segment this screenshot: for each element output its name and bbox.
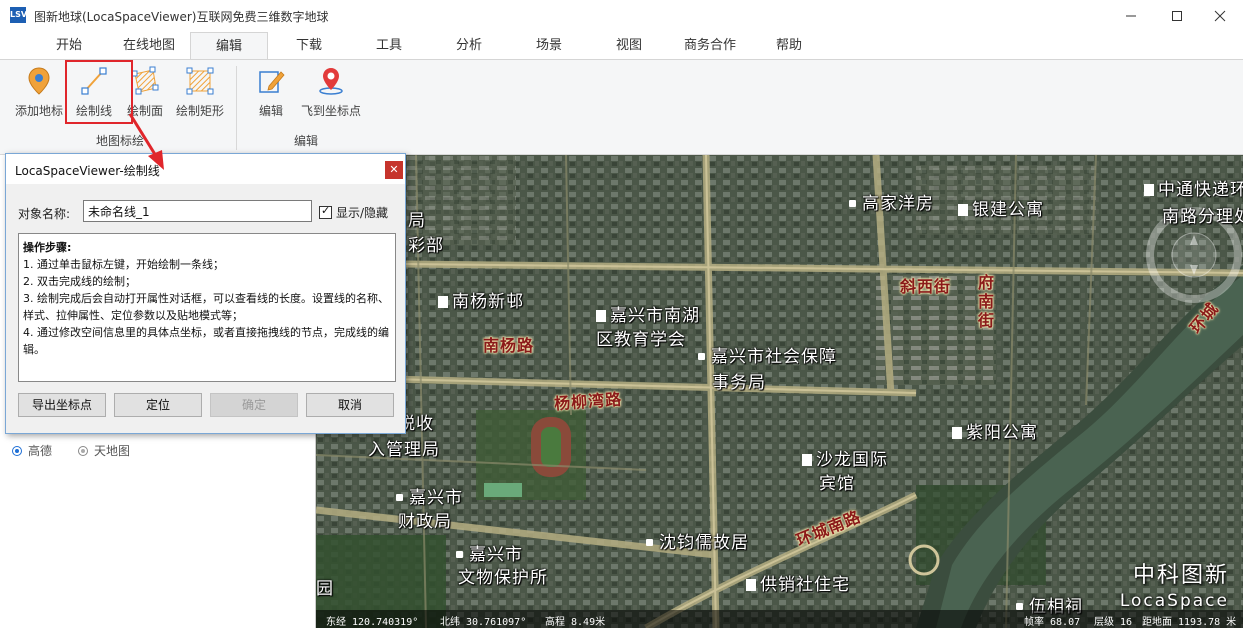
close-icon[interactable] <box>1197 0 1243 32</box>
app-logo-icon: LSV <box>10 7 27 23</box>
export-points-button[interactable]: 导出坐标点 <box>18 393 106 417</box>
tab-tools[interactable]: 工具 <box>360 32 418 60</box>
poi-label: 事务局 <box>712 373 766 393</box>
poi-label: 紫阳公寓 <box>952 422 1038 444</box>
brand-en: LocaSpace <box>1119 591 1229 611</box>
step-item: 3. 绘制完成后会自动打开属性对话框，可以查看线的长度。设置线的名称、样式、拉伸… <box>23 292 389 322</box>
step-item: 1. 通过单击鼠标左键，开始绘制一条线； <box>23 258 224 271</box>
poi-label: 沈钧儒故居 <box>646 532 749 554</box>
poi-label: 银建公寓 <box>958 199 1044 221</box>
poi-label: 彩部 <box>408 236 444 256</box>
status-latitude: 北纬 30.761097° <box>440 617 527 628</box>
tab-analysis[interactable]: 分析 <box>440 32 498 60</box>
show-hide-checkbox[interactable] <box>319 204 332 219</box>
ok-button[interactable]: 确定 <box>210 393 298 417</box>
group-label-edit: 编辑 <box>294 134 319 148</box>
object-name-label: 对象名称: <box>18 207 71 221</box>
poi-label: 区教育学会 <box>596 330 686 350</box>
status-altitude: 高程 8.49米 <box>545 617 606 628</box>
map-view[interactable]: 高家洋房 银建公寓 中通快递环城 南路分理处 南杨新邨 嘉兴市南湖 区教育学会 … <box>316 155 1243 628</box>
object-name-input[interactable] <box>83 200 312 222</box>
map-status-bar: 东经 120.740319° 北纬 30.761097° 高程 8.49米 帧率… <box>316 610 1243 628</box>
step-item: 2. 双击完成线的绘制； <box>23 275 136 288</box>
poi-label: 中通快递环城 <box>1144 179 1243 201</box>
road-label: 斜西街 <box>900 277 952 296</box>
locate-button[interactable]: 定位 <box>114 393 202 417</box>
radio-gaode[interactable] <box>12 445 22 456</box>
radio-tianditu[interactable] <box>78 445 89 456</box>
poi-label: 嘉兴市社会保障 <box>698 346 837 368</box>
edit-button[interactable]: 编辑 <box>243 64 299 120</box>
tab-edit[interactable]: 编辑 <box>190 32 268 60</box>
poi-label: 园 <box>316 579 334 599</box>
poi-label: 文物保护所 <box>458 568 548 588</box>
status-level: 层级 16 <box>1094 617 1133 628</box>
show-hide-label: 显示/隐藏 <box>336 206 389 220</box>
step-item: 4. 通过修改空间信息里的具体点坐标，或者直接拖拽线的节点，完成线的编辑。 <box>23 326 389 356</box>
fly-to-point-icon <box>317 66 345 96</box>
poi-label: 沙龙国际 <box>802 449 888 471</box>
placemark-icon <box>25 66 53 96</box>
show-hide-toggle[interactable]: 显示/隐藏 <box>319 204 388 221</box>
cancel-button[interactable]: 取消 <box>306 393 394 417</box>
road-label: 府南街 <box>978 273 996 330</box>
status-frame-rate: 帧率 68.07 <box>1024 617 1081 628</box>
fly-to-point-label: 飞到坐标点 <box>300 104 361 118</box>
poi-label: 嘉兴市 <box>456 544 523 566</box>
steps-title: 操作步骤: <box>23 241 72 254</box>
draw-rectangle-label: 绘制矩形 <box>175 104 224 118</box>
draw-polygon-icon <box>131 66 159 96</box>
draw-rectangle-button[interactable]: 绘制矩形 <box>172 64 228 120</box>
poi-label: 财政局 <box>398 512 452 532</box>
highlight-box <box>65 60 133 124</box>
tab-view[interactable]: 视图 <box>600 32 658 60</box>
instructions-box: 操作步骤: 1. 通过单击鼠标左键，开始绘制一条线； 2. 双击完成线的绘制； … <box>18 233 396 382</box>
tab-scene[interactable]: 场景 <box>520 32 578 60</box>
poi-label: 嘉兴市南湖 <box>596 305 700 327</box>
tab-start[interactable]: 开始 <box>38 32 100 60</box>
ribbon-tabs: 开始 在线地图 编辑 下载 工具 分析 场景 视图 商务合作 帮助 <box>0 32 1243 60</box>
edit-pencil-icon <box>257 66 285 96</box>
dialog-title-bar[interactable]: LocaSpaceViewer-绘制线 ✕ <box>6 154 405 184</box>
minimize-icon[interactable] <box>1108 0 1154 32</box>
app-window: LSV 图新地球(LocaSpaceViewer)互联网免费三维数字地球 开始 … <box>0 0 1243 628</box>
status-distance: 距地面 1193.78 米 <box>1142 617 1237 628</box>
poi-label: 入管理局 <box>368 440 440 460</box>
poi-label: 嘉兴市 <box>396 487 463 509</box>
dialog-close-icon[interactable]: ✕ <box>385 161 403 179</box>
tab-online-map[interactable]: 在线地图 <box>112 32 186 60</box>
poi-label: 高家洋房 <box>849 193 934 215</box>
brand-cn: 中科图新 <box>1132 563 1229 588</box>
radio-tianditu-label: 天地图 <box>94 444 131 458</box>
road-label: 杨柳湾路 <box>553 389 623 414</box>
maximize-icon[interactable] <box>1154 0 1200 32</box>
window-title: 图新地球(LocaSpaceViewer)互联网免费三维数字地球 <box>34 10 329 24</box>
poi-label: 南路分理处 <box>1162 207 1243 227</box>
draw-line-dialog: LocaSpaceViewer-绘制线 ✕ 对象名称: 显示/隐藏 操作步骤: … <box>5 153 406 434</box>
fly-to-point-button[interactable]: 飞到坐标点 <box>301 64 361 120</box>
brand-watermark: 中科图新 LocaSpace <box>1120 557 1229 611</box>
ribbon-panel: 添加地标 绘制线 绘制面 绘制矩形 地图标绘 编辑 飞到坐标点 编辑 <box>0 59 1243 155</box>
tab-help[interactable]: 帮助 <box>760 32 818 60</box>
poi-label: 供销社住宅 <box>746 574 850 596</box>
poi-label: 局 <box>408 211 426 231</box>
title-bar: LSV 图新地球(LocaSpaceViewer)互联网免费三维数字地球 <box>0 0 1243 32</box>
radio-gaode-label: 高德 <box>28 444 53 458</box>
add-placemark-button[interactable]: 添加地标 <box>11 64 67 120</box>
basemap-radio-row: 高德 天地图 <box>12 442 130 459</box>
poi-label: 南杨新邨 <box>438 291 524 313</box>
poi-label: 宾馆 <box>819 474 855 494</box>
road-label: 南杨路 <box>483 336 535 355</box>
status-longitude: 东经 120.740319° <box>326 617 419 628</box>
draw-rectangle-icon <box>186 66 214 96</box>
tab-download[interactable]: 下载 <box>280 32 338 60</box>
tab-business[interactable]: 商务合作 <box>672 32 748 60</box>
annotation-arrow-icon <box>128 113 164 170</box>
edit-label: 编辑 <box>258 104 283 118</box>
